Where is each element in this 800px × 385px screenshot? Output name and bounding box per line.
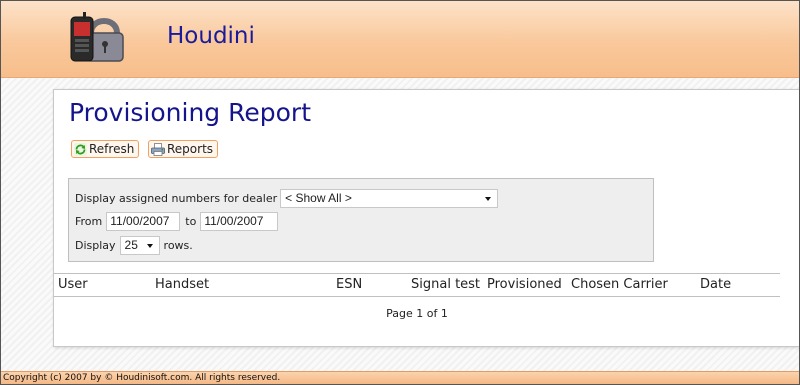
- column-signal-test[interactable]: Signal test: [411, 277, 480, 292]
- dealer-select-value: < Show All >: [285, 191, 352, 205]
- app-window: Houdini Provisioning Report Refresh Repo…: [0, 0, 800, 385]
- phone-padlock-logo: [70, 12, 124, 62]
- column-user[interactable]: User: [58, 277, 88, 292]
- reports-button[interactable]: Reports: [148, 140, 219, 158]
- refresh-button[interactable]: Refresh: [71, 140, 140, 158]
- header-bar: Houdini: [1, 1, 799, 78]
- rows-select-value: 25: [124, 238, 138, 252]
- rows-per-page-row: Display 25 rows.: [75, 236, 193, 255]
- to-label: to: [185, 215, 197, 228]
- rows-select[interactable]: 25: [119, 236, 160, 255]
- column-esn[interactable]: ESN: [336, 277, 362, 292]
- app-title: Houdini: [167, 23, 255, 49]
- column-date[interactable]: Date: [700, 277, 731, 292]
- dealer-select[interactable]: < Show All >: [280, 189, 499, 208]
- reports-label: Reports: [167, 142, 214, 156]
- chevron-down-icon: [485, 197, 492, 201]
- to-date-input[interactable]: 11/00/2007: [200, 212, 279, 231]
- printer-icon: [151, 142, 165, 156]
- pagination: Page 1 of 1: [386, 307, 448, 320]
- from-label: From: [75, 215, 103, 228]
- from-date-input[interactable]: 11/00/2007: [106, 212, 181, 231]
- rows-suffix-label: rows.: [163, 239, 193, 252]
- refresh-icon: [74, 142, 87, 156]
- column-handset[interactable]: Handset: [155, 277, 209, 292]
- page-title: Provisioning Report: [69, 98, 311, 127]
- chevron-down-icon: [146, 244, 153, 248]
- dealer-filter-row: Display assigned numbers for dealer < Sh…: [75, 189, 499, 208]
- report-panel: Provisioning Report Refresh Reports Disp…: [53, 89, 799, 347]
- dealer-label: Display assigned numbers for dealer: [75, 192, 278, 205]
- column-provisioned[interactable]: Provisioned: [487, 277, 562, 292]
- display-label: Display: [75, 239, 116, 252]
- date-range-row: From 11/00/2007 to 11/00/2007: [75, 212, 279, 231]
- footer-copyright: Copyright (c) 2007 by © Houdinisoft.com.…: [1, 371, 799, 384]
- column-chosen-carrier[interactable]: Chosen Carrier: [571, 277, 668, 292]
- refresh-label: Refresh: [89, 142, 135, 156]
- table-header: User Handset ESN Signal test Provisioned…: [54, 273, 780, 297]
- filter-box: Display assigned numbers for dealer < Sh…: [68, 178, 654, 262]
